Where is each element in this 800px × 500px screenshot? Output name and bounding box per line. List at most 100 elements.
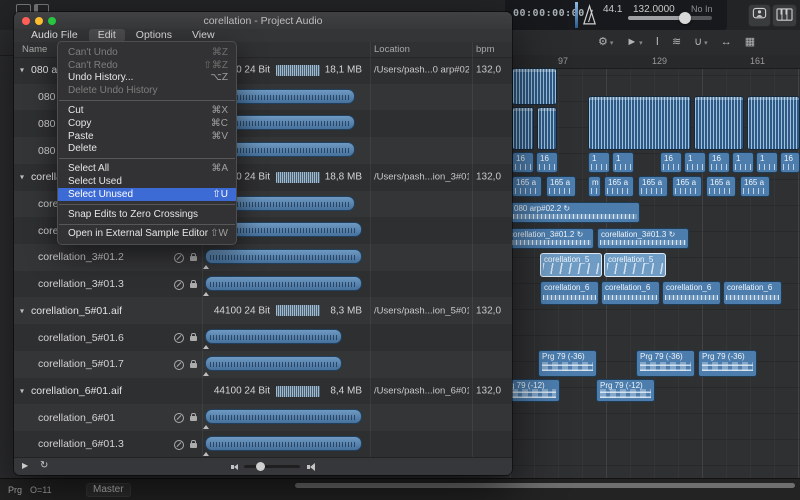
volume-min-icon (230, 462, 240, 472)
region[interactable]: 16 (536, 152, 558, 173)
menu-item[interactable]: Undo History...⌥Z (58, 72, 236, 85)
file-size: 18,8 MB (314, 172, 362, 183)
region[interactable]: 165 a (706, 176, 736, 197)
file-row[interactable]: corellation_3#01.3 (14, 271, 512, 298)
region[interactable]: corellation_5 (540, 253, 602, 277)
region[interactable]: corellation_3#01.3 ↻ (597, 228, 689, 249)
menu-item-label: Select Unused (68, 189, 133, 200)
menu-item[interactable]: Copy⌘C (58, 117, 236, 130)
region[interactable]: 1 (684, 152, 706, 173)
menu-item[interactable]: Snap Edits to Zero Crossings (58, 208, 236, 221)
region[interactable]: 1 (612, 152, 634, 173)
preview-volume-slider[interactable] (244, 465, 300, 468)
region[interactable]: 165 a (638, 176, 668, 197)
audio-region-bar[interactable] (205, 249, 362, 264)
file-row[interactable]: corellation_3#01.2 (14, 244, 512, 271)
program-value: O=11 (30, 485, 52, 495)
region[interactable] (747, 96, 800, 150)
region[interactable]: 16 (708, 152, 730, 173)
lock-icon (190, 256, 197, 261)
region[interactable]: corellation_6 (601, 281, 660, 305)
region-label: corellation_3#01.3 ↻ (598, 229, 688, 240)
region[interactable]: Prg 79 (-36) (538, 350, 597, 377)
region-label: Prg 79 (-36) (539, 351, 596, 362)
file-row[interactable]: ▾corellation_6#01.aif44100 24 Bit8,4 MB/… (14, 378, 512, 405)
region-label: 16 (537, 153, 557, 164)
menu-item[interactable]: Cut⌘X (58, 104, 236, 117)
menu-item-label: Can't Redo (68, 60, 118, 71)
region[interactable]: 16 (780, 152, 800, 173)
region-label: 16 (513, 153, 533, 164)
disclosure-triangle-icon[interactable]: ▾ (20, 306, 24, 315)
anchor-icon (203, 292, 209, 296)
menu-item-shortcut: ⌘Z (212, 47, 228, 58)
region[interactable]: 165 a (672, 176, 702, 197)
file-row[interactable]: corellation_6#01 (14, 404, 512, 431)
audio-region-bar[interactable] (205, 329, 342, 344)
region[interactable]: corellation_6 (723, 281, 782, 305)
menu-item[interactable]: Select Unused⇧U (58, 188, 236, 201)
audio-region-bar[interactable] (205, 276, 362, 291)
region[interactable]: 1 (588, 152, 610, 173)
audio-region-bar[interactable] (205, 409, 362, 424)
region-label: corellation_5 (605, 254, 665, 265)
region[interactable]: Prg 79 (-36) (636, 350, 695, 377)
column-location[interactable]: Location (374, 44, 410, 55)
region[interactable]: 080 arp#02.2 ↻ (510, 202, 640, 223)
clock-icon (174, 413, 184, 423)
region[interactable] (694, 96, 744, 150)
menu-item-shortcut: ⌘X (211, 105, 228, 116)
region[interactable] (512, 68, 557, 105)
anchor-icon (203, 372, 209, 376)
audio-region-bar[interactable] (205, 356, 342, 371)
menu-item-shortcut: ⌘V (211, 131, 228, 142)
region-name: corellation_5#01.6 (38, 332, 124, 344)
region[interactable]: Prg 79 (-36) (698, 350, 757, 377)
play-icon[interactable]: ▶ (22, 461, 28, 470)
region[interactable] (537, 107, 557, 150)
disclosure-triangle-icon[interactable]: ▾ (20, 386, 24, 395)
file-row[interactable]: corellation_6#01.3 (14, 431, 512, 458)
region[interactable]: 165 a (604, 176, 634, 197)
menu-item[interactable]: Select All⌘A (58, 162, 236, 175)
preview-volume-knob[interactable] (256, 462, 265, 471)
region[interactable]: 16 (660, 152, 682, 173)
window-titlebar[interactable]: corellation - Project Audio (14, 12, 512, 30)
region[interactable]: Prg 79 (-12) (596, 379, 655, 402)
menu-item[interactable]: Select Used (58, 175, 236, 188)
region-label: Prg 79 (-36) (699, 351, 756, 362)
menu-item[interactable]: Delete (58, 143, 236, 156)
region-label: m (589, 177, 600, 188)
master-track-label[interactable]: Master (86, 483, 131, 497)
file-row[interactable]: ▾corellation_5#01.aif44100 24 Bit8,3 MB/… (14, 297, 512, 324)
menu-item[interactable]: Paste⌘V (58, 130, 236, 143)
region[interactable]: 165 a (740, 176, 770, 197)
region-label: 16 (781, 153, 799, 164)
disclosure-triangle-icon[interactable]: ▾ (20, 66, 24, 75)
region[interactable]: 1 (756, 152, 778, 173)
horizontal-scrollbar[interactable] (295, 483, 795, 488)
region[interactable]: corellation_3#01.2 ↻ (505, 228, 594, 249)
region[interactable]: 1 (732, 152, 754, 173)
loop-icon[interactable]: ↻ (40, 460, 48, 471)
region[interactable]: 165 a (512, 176, 542, 197)
menu-item[interactable]: Open in External Sample Editor⇧W (58, 228, 236, 241)
menu-item-label: Undo History... (68, 72, 133, 83)
region[interactable]: corellation_5 (604, 253, 666, 277)
region[interactable] (588, 96, 691, 150)
column-bpm[interactable]: bpm (476, 44, 494, 55)
region[interactable]: m (588, 176, 601, 197)
lock-icon (190, 443, 197, 448)
column-name[interactable]: Name (22, 44, 47, 55)
region-label: 165 a (639, 177, 667, 188)
region[interactable]: corellation_6 (662, 281, 721, 305)
program-label: Prg (8, 485, 22, 495)
region[interactable] (512, 107, 534, 150)
disclosure-triangle-icon[interactable]: ▾ (20, 173, 24, 182)
region[interactable]: corellation_6 (540, 281, 599, 305)
audio-region-bar[interactable] (205, 436, 362, 451)
file-row[interactable]: corellation_5#01.6 (14, 324, 512, 351)
region[interactable]: 165 a (546, 176, 576, 197)
file-row[interactable]: corellation_5#01.7 (14, 351, 512, 378)
region[interactable]: 16 (512, 152, 534, 173)
